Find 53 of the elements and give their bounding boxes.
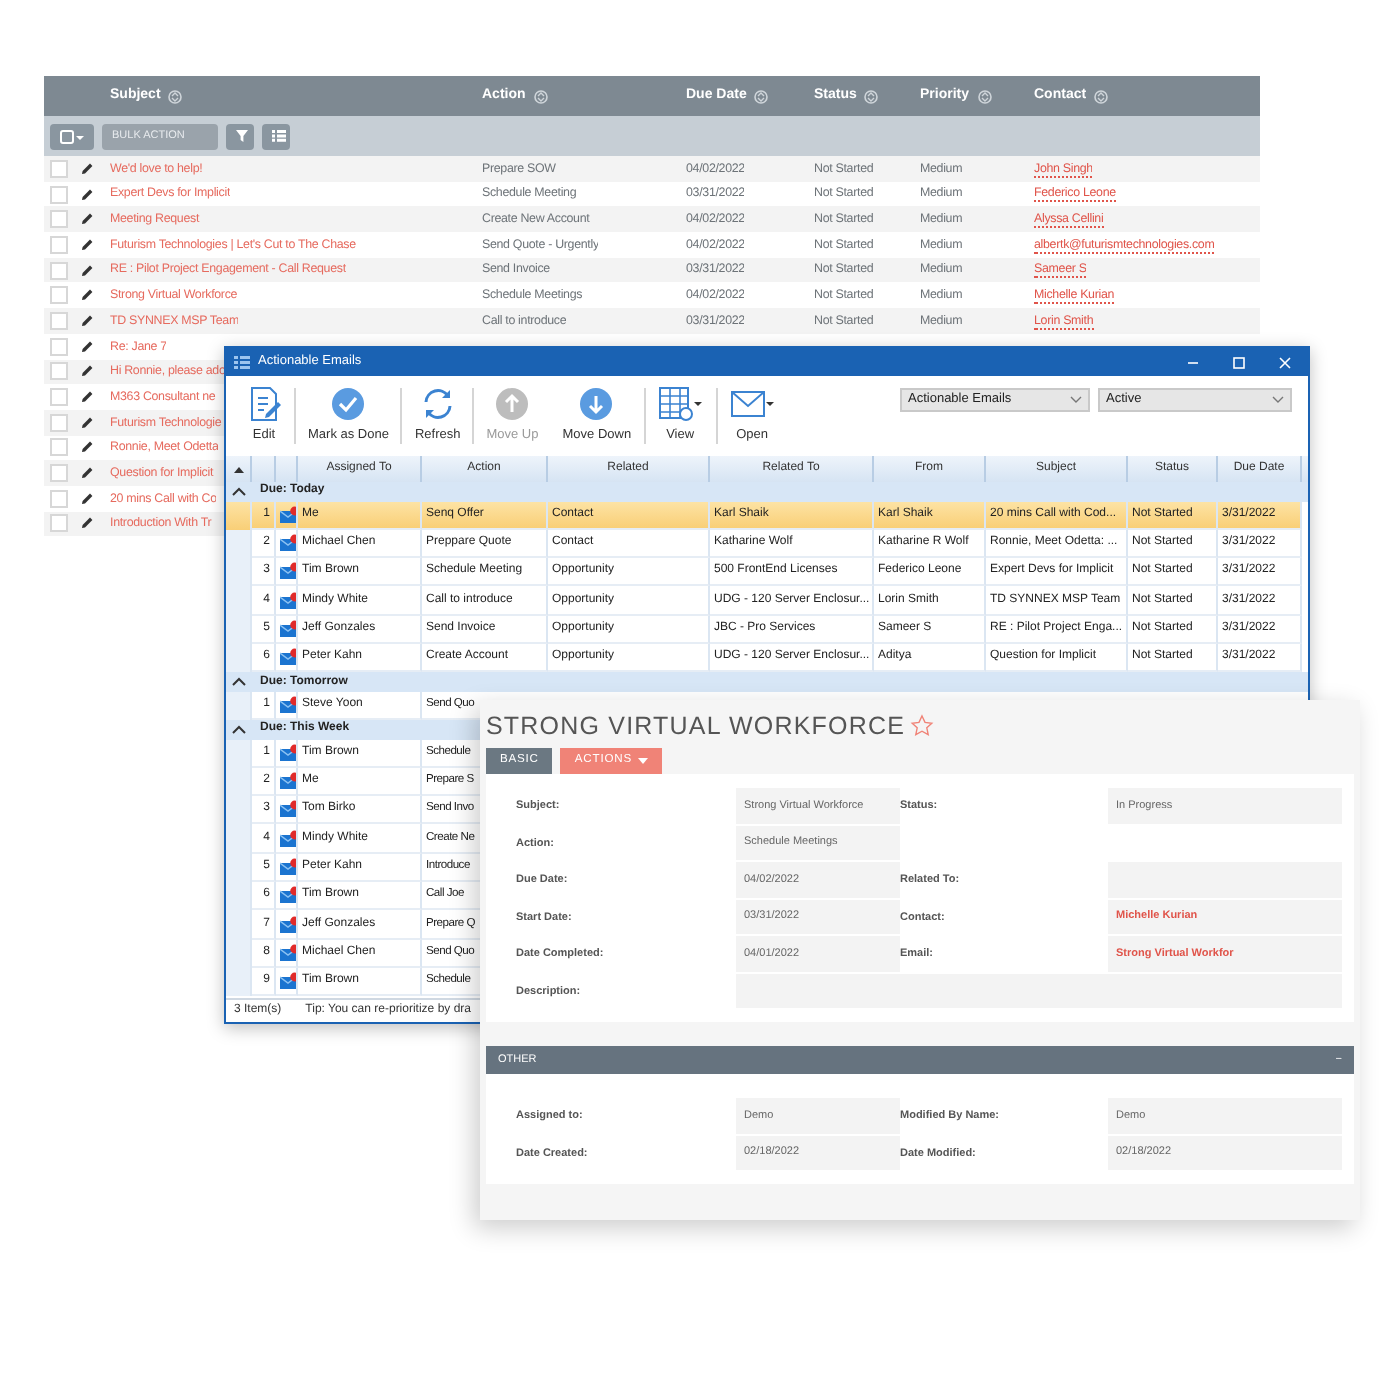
row-checkbox[interactable] bbox=[50, 210, 68, 229]
mail-icon bbox=[280, 743, 296, 762]
sort-icon[interactable] bbox=[233, 465, 243, 473]
list-icon bbox=[272, 130, 286, 142]
mail-icon bbox=[280, 505, 296, 524]
row-checkbox[interactable] bbox=[50, 337, 68, 356]
filter-button[interactable] bbox=[226, 123, 254, 149]
filter-icon bbox=[236, 130, 248, 142]
edit-icon bbox=[246, 386, 282, 423]
star-icon[interactable] bbox=[909, 714, 934, 738]
mail-icon bbox=[280, 915, 296, 933]
mail-icon bbox=[280, 829, 296, 848]
select-dropdown[interactable] bbox=[50, 123, 94, 149]
row-checkbox[interactable] bbox=[50, 261, 68, 280]
envelope-icon bbox=[729, 386, 766, 423]
mail-icon bbox=[280, 886, 296, 905]
row-checkbox[interactable] bbox=[50, 185, 68, 204]
row-checkbox[interactable] bbox=[50, 489, 68, 508]
row-checkbox[interactable] bbox=[50, 159, 68, 178]
arrow-up-icon bbox=[494, 386, 531, 423]
chevron-down-icon bbox=[1272, 396, 1284, 404]
checkbox-caret-icon bbox=[60, 129, 84, 143]
column-chooser-button[interactable] bbox=[262, 123, 290, 149]
table-icon bbox=[657, 386, 694, 423]
caret-icon bbox=[637, 758, 648, 764]
mail-icon bbox=[280, 943, 296, 962]
mail-icon bbox=[280, 562, 296, 581]
mail-icon bbox=[280, 591, 296, 610]
arrow-down-icon bbox=[578, 386, 615, 423]
maximize-icon[interactable] bbox=[1232, 355, 1246, 369]
row-checkbox[interactable] bbox=[50, 286, 68, 305]
refresh-icon bbox=[419, 386, 456, 423]
mail-icon bbox=[280, 695, 296, 714]
row-gutter bbox=[226, 967, 252, 997]
row-checkbox[interactable] bbox=[50, 464, 68, 483]
mail-icon bbox=[280, 772, 296, 791]
row-checkbox[interactable] bbox=[50, 311, 68, 330]
mail-icon bbox=[280, 857, 296, 876]
row-checkbox[interactable] bbox=[50, 438, 68, 457]
row-checkbox[interactable] bbox=[50, 514, 68, 533]
mail-icon bbox=[280, 533, 296, 552]
row-checkbox[interactable] bbox=[50, 235, 68, 254]
mail-icon bbox=[280, 648, 296, 667]
list-icon bbox=[234, 354, 250, 370]
mail-icon bbox=[280, 619, 296, 638]
mail-icon bbox=[280, 972, 296, 991]
check-circle-icon bbox=[330, 386, 367, 423]
row-checkbox[interactable] bbox=[50, 388, 68, 407]
close-icon[interactable] bbox=[1278, 355, 1292, 369]
row-checkbox[interactable] bbox=[50, 413, 68, 432]
chevron-down-icon bbox=[1070, 396, 1082, 404]
mail-icon bbox=[280, 800, 296, 819]
row-checkbox[interactable] bbox=[50, 362, 68, 381]
